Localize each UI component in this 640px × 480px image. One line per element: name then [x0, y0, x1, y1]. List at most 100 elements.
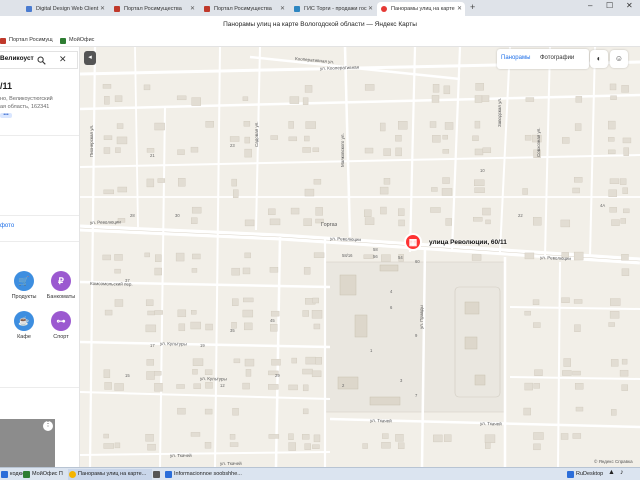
building	[114, 95, 123, 102]
tab[interactable]: Портал Росимущества ✕	[200, 2, 288, 16]
building	[103, 443, 114, 449]
search-box: ✕	[0, 51, 78, 69]
taskbar-item[interactable]: RuDesktop	[566, 469, 606, 480]
taskbar-item[interactable]	[152, 469, 164, 480]
building	[442, 177, 450, 184]
cup-icon: ☕	[14, 311, 34, 331]
building	[232, 298, 239, 306]
category-atm[interactable]: ₽ Банкоматы	[46, 271, 76, 300]
building	[144, 252, 150, 258]
close-icon[interactable]: ✕	[100, 2, 105, 16]
building	[362, 443, 368, 449]
building	[103, 189, 114, 195]
category-cafe[interactable]: ☕ Кафе	[9, 311, 39, 340]
photo-link[interactable]: фото	[0, 223, 14, 229]
divider	[0, 387, 79, 388]
speaker-icon[interactable]: ♪	[620, 469, 624, 476]
map-view[interactable]: ул. Революции ул. Революции ул. Революции у…	[80, 47, 640, 467]
location-pin-icon[interactable]: ▦	[404, 233, 422, 251]
pin-label[interactable]: улица Революции, 60/11	[429, 239, 507, 246]
building	[304, 443, 311, 450]
close-icon[interactable]: ✕	[190, 2, 195, 16]
building	[562, 137, 570, 144]
house-number: 17	[150, 343, 155, 348]
building	[114, 383, 124, 391]
category-products[interactable]: 🛒 Продукты	[9, 271, 39, 300]
building	[146, 371, 155, 380]
tab-label: Панорамы улиц на карте	[391, 6, 455, 12]
building	[154, 371, 162, 376]
minimize-button[interactable]: –	[588, 1, 592, 10]
taskbar-item[interactable]: Informacionnoe soobshhe...	[164, 469, 242, 480]
user-button[interactable]: ☺	[610, 50, 628, 68]
menu-icon[interactable]: ⋮	[43, 421, 53, 431]
building	[397, 442, 405, 450]
building	[305, 121, 316, 129]
tab-label: Портал Росимущества	[124, 6, 182, 12]
building	[432, 135, 441, 143]
layer-switcher: Панорамы Фотографии	[497, 49, 589, 69]
building	[271, 358, 281, 366]
building	[560, 433, 569, 440]
building	[288, 384, 298, 391]
tab-active[interactable]: Панорамы улиц на карте ✕	[377, 2, 465, 16]
street-label: ул. Культуры	[200, 376, 227, 381]
tab-photos[interactable]: Фотографии	[540, 55, 574, 61]
sidebar: ✕ /11 но, Великоустюгский ая область, 16…	[0, 47, 80, 467]
bookmark[interactable]: МойОфис	[60, 37, 94, 44]
close-icon[interactable]: ✕	[457, 2, 462, 16]
clear-icon[interactable]: ✕	[59, 54, 67, 65]
bookmark[interactable]: Портал Росимущ	[0, 37, 53, 44]
taskbar-item-active[interactable]: Панорамы улиц на карте...	[68, 469, 152, 480]
maximize-button[interactable]: ☐	[606, 1, 613, 10]
building	[114, 442, 121, 449]
tab[interactable]: ГИС Торги - продажи гос ✕	[290, 2, 376, 16]
house-number: 35	[230, 328, 235, 333]
more-button[interactable]: •••	[0, 113, 12, 118]
divider	[0, 241, 79, 242]
poi-label[interactable]: Горгаз	[321, 222, 337, 228]
layers-button[interactable]: ◐	[590, 50, 608, 68]
tray-icon[interactable]: ▲	[608, 469, 615, 476]
category-label: Продукты	[11, 294, 37, 300]
search-icon[interactable]	[37, 56, 46, 65]
tab[interactable]: Digital Design Web Client ✕	[22, 2, 108, 16]
building	[313, 178, 322, 185]
building	[204, 369, 213, 375]
new-tab-button[interactable]: +	[470, 2, 475, 12]
house-number: 29	[275, 373, 280, 378]
panorama-preview[interactable]: ⋮	[0, 419, 55, 467]
close-icon[interactable]: ✕	[280, 2, 285, 16]
category-sport[interactable]: ⊶ Спорт	[46, 311, 76, 340]
tab[interactable]: Портал Росимущества ✕	[110, 2, 198, 16]
building	[145, 434, 154, 442]
tab-bar: Digital Design Web Client ✕ Портал Росиму…	[0, 0, 640, 16]
building	[464, 336, 478, 350]
close-window-button[interactable]: ✕	[626, 1, 633, 10]
collapse-sidebar-button[interactable]: ◂	[84, 51, 96, 65]
building	[302, 384, 309, 392]
building	[117, 186, 128, 193]
building	[303, 218, 312, 226]
house-number: 30	[175, 213, 180, 218]
taskbar-item[interactable]: МойОфис П	[22, 469, 67, 480]
copyright[interactable]: © Яндекс Справка	[594, 459, 633, 464]
building	[190, 321, 201, 330]
street-label: ул. Правды	[419, 305, 424, 329]
search-input[interactable]	[0, 55, 34, 62]
building	[177, 407, 186, 415]
tab-panoramas[interactable]: Панорамы	[501, 55, 530, 61]
building	[103, 135, 113, 140]
taskbar-item[interactable]: кодкие	[0, 469, 27, 480]
building	[146, 359, 155, 366]
map-canvas[interactable]: ул. Революцииул. Революцииул. Революцииу…	[80, 47, 640, 467]
building	[621, 358, 628, 365]
building	[433, 434, 443, 443]
building	[115, 147, 121, 153]
building	[364, 217, 375, 225]
tab-label: Digital Design Web Client	[36, 6, 99, 12]
building	[533, 432, 544, 440]
building	[472, 135, 479, 142]
building	[464, 301, 480, 315]
close-icon[interactable]: ✕	[368, 2, 373, 16]
